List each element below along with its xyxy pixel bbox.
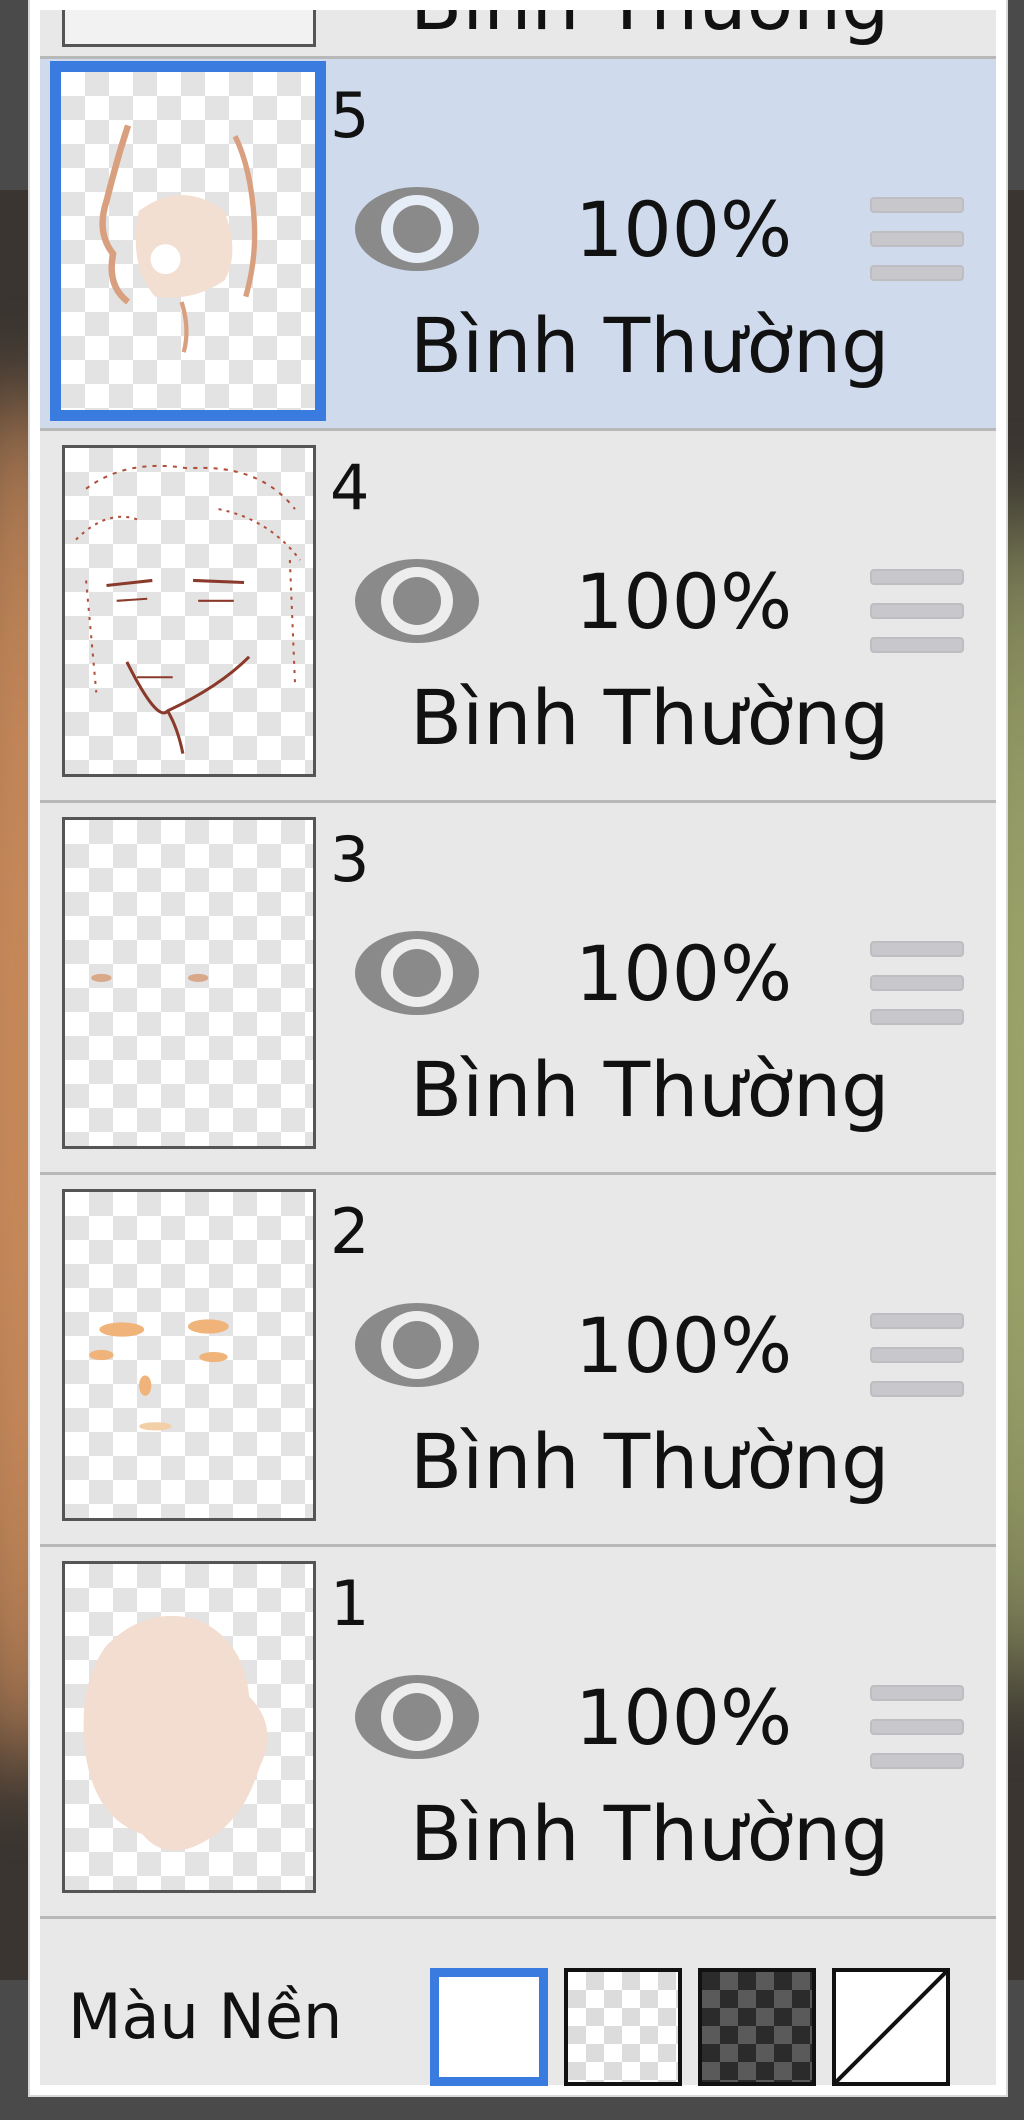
layer-row-2[interactable]: 2 100% Bình Thường — [40, 1175, 996, 1547]
layer-row-1[interactable]: 1 100% Bình Thường — [40, 1547, 996, 1919]
opacity-value[interactable]: 100% — [575, 185, 792, 274]
blend-mode-label[interactable]: Bình Thường — [410, 673, 889, 762]
opacity-value[interactable]: 100% — [575, 929, 792, 1018]
eye-icon[interactable] — [352, 183, 482, 275]
eye-icon[interactable] — [352, 1299, 482, 1391]
layer-thumbnail[interactable] — [62, 817, 316, 1149]
drag-handle-icon[interactable] — [870, 1313, 964, 1397]
layer-thumbnail[interactable] — [62, 445, 316, 777]
drag-handle-icon[interactable] — [870, 569, 964, 653]
background-transparent-light-swatch[interactable] — [564, 1968, 682, 2086]
background-color-bar: Màu Nền — [40, 1920, 996, 2086]
layer-5-art — [99, 124, 258, 353]
layer-2-art — [89, 1319, 229, 1431]
layer-number: 4 — [330, 451, 370, 524]
blend-mode-label[interactable]: Bình Thường — [410, 1045, 889, 1134]
blend-mode-label[interactable]: Bình Thường — [410, 1417, 889, 1506]
layer-number: 1 — [330, 1567, 370, 1640]
blend-mode-label[interactable]: Bình Thường — [410, 1789, 889, 1878]
eye-icon[interactable] — [352, 927, 482, 1019]
layer-thumbnail[interactable] — [62, 1561, 316, 1893]
layer-row-partial[interactable]: Bình Thường — [40, 10, 996, 59]
background-transparent-dark-swatch[interactable] — [698, 1968, 816, 2086]
blend-mode-label[interactable]: Bình Thường — [410, 10, 889, 47]
layer-1-art — [83, 1615, 268, 1851]
opacity-value[interactable]: 100% — [575, 557, 792, 646]
drag-handle-icon[interactable] — [870, 197, 964, 281]
opacity-value[interactable]: 100% — [575, 1673, 792, 1762]
layer-number: 3 — [330, 823, 370, 896]
layer-thumbnail[interactable] — [62, 1189, 316, 1521]
layer-thumbnail — [62, 10, 316, 47]
layer-row-3[interactable]: 3 100% Bình Thường — [40, 803, 996, 1175]
drag-handle-icon[interactable] — [870, 1685, 964, 1769]
layers-panel: Bình Thường 5 100% Bình Thường — [30, 0, 1006, 2095]
layer-4-art — [75, 464, 301, 754]
eye-icon[interactable] — [352, 1671, 482, 1763]
background-color-label: Màu Nền — [68, 1980, 343, 2053]
slash-icon — [836, 1972, 946, 2082]
opacity-value[interactable]: 100% — [575, 1301, 792, 1390]
background-white-swatch[interactable] — [430, 1968, 548, 2086]
layer-3-art — [91, 973, 209, 982]
blend-mode-label[interactable]: Bình Thường — [410, 301, 889, 390]
eye-icon[interactable] — [352, 555, 482, 647]
layer-number: 2 — [330, 1195, 370, 1268]
layer-row-4[interactable]: 4 100% Bình Thường — [40, 431, 996, 803]
drag-handle-icon[interactable] — [870, 941, 964, 1025]
layer-thumbnail[interactable] — [50, 61, 326, 421]
background-none-swatch[interactable] — [832, 1968, 950, 2086]
layer-number: 5 — [330, 79, 370, 152]
layer-row-5[interactable]: 5 100% Bình Thường — [40, 59, 996, 431]
layers-list: Bình Thường 5 100% Bình Thường — [40, 10, 996, 2086]
